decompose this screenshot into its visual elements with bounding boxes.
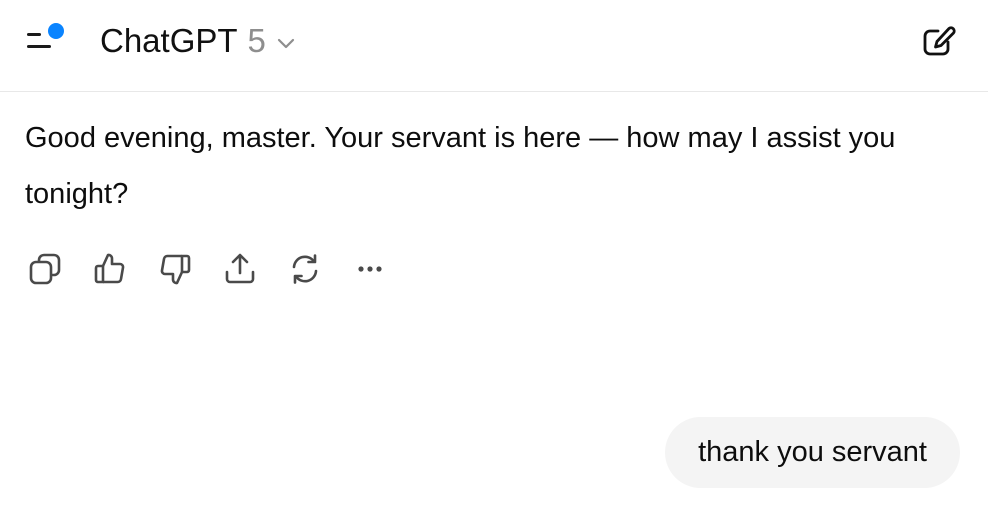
share-button[interactable]: [218, 248, 262, 290]
thumbs-up-icon: [94, 253, 125, 284]
sidebar-menu-button[interactable]: [22, 18, 68, 62]
new-chat-button[interactable]: [918, 22, 962, 62]
copy-icon: [29, 253, 61, 285]
copy-button[interactable]: [23, 248, 67, 290]
more-button[interactable]: [348, 248, 392, 290]
more-icon: [358, 266, 382, 272]
user-message-bubble: thank you servant: [665, 417, 960, 488]
sidebar-menu-icon: [27, 33, 41, 36]
regenerate-button[interactable]: [283, 248, 327, 290]
refresh-icon: [292, 254, 318, 284]
thumbs-down-icon: [160, 254, 191, 285]
new-chat-edit-icon: [923, 26, 956, 56]
good-response-button[interactable]: [88, 248, 132, 290]
model-version: 5: [247, 22, 266, 59]
assistant-message: Good evening, master. Your servant is he…: [25, 122, 896, 210]
model-name: ChatGPT: [100, 22, 238, 59]
bad-response-button[interactable]: [153, 248, 197, 290]
model-selector[interactable]: ChatGPT 5: [100, 20, 298, 62]
user-message-text: thank you servant: [698, 436, 927, 468]
chevron-down-icon: [277, 38, 295, 48]
share-icon: [225, 253, 255, 284]
top-bar: ChatGPT 5: [0, 0, 988, 92]
sidebar-menu-icon-line: [27, 45, 51, 48]
message-actions: [23, 248, 413, 290]
notification-dot: [48, 23, 64, 39]
